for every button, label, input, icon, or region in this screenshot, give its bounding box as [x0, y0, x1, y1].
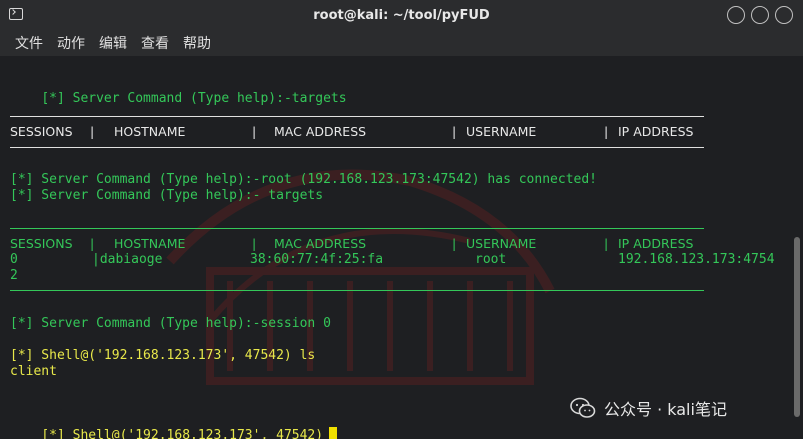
header-separator: |	[452, 236, 457, 251]
table-rule	[10, 228, 704, 229]
window-controls	[727, 6, 793, 24]
header-separator: |	[90, 124, 95, 139]
header-separator: |	[252, 124, 257, 139]
table-rule	[10, 147, 704, 148]
header-separator: |	[604, 236, 609, 251]
cell-ip: 192.168.123.173:4754	[618, 252, 775, 267]
menu-bar: 文件 动作 编辑 查看 帮助	[0, 30, 803, 56]
header-separator: |	[90, 236, 95, 251]
terminal-area[interactable]: [*] Server Command (Type help):-targets …	[0, 56, 803, 439]
watermark-text: 公众号 · kali笔记	[604, 400, 727, 419]
shell-output: client	[10, 364, 57, 379]
command-line: [*] Server Command (Type help):-session …	[10, 316, 331, 331]
scrollbar[interactable]	[794, 237, 800, 417]
shell-command-line: [*] Shell@('192.168.123.173', 47542) ls	[10, 348, 316, 363]
header-hostname: HOSTNAME	[114, 124, 186, 139]
command-text: [*] Server Command (Type help):-targets	[41, 91, 347, 106]
menu-action[interactable]: 动作	[57, 33, 85, 53]
header-mac: MAC ADDRESS	[274, 124, 367, 139]
cell-ip-wrap: 2	[10, 268, 18, 283]
close-button[interactable]	[775, 6, 793, 24]
wechat-icon	[570, 397, 596, 418]
table-rule	[10, 290, 704, 291]
header-username: USERNAME	[466, 236, 537, 251]
maximize-button[interactable]	[751, 6, 769, 24]
menu-file[interactable]: 文件	[15, 33, 43, 53]
window-title: root@kali: ~/tool/pyFUD	[313, 7, 490, 23]
header-ip: IP ADDRESS	[618, 236, 694, 251]
header-ip: IP ADDRESS	[618, 124, 694, 139]
header-separator: |	[452, 124, 457, 139]
shell-prompt-line[interactable]: [*] Shell@('192.168.123.173', 47542)	[10, 411, 338, 439]
header-separator: |	[604, 124, 609, 139]
header-sessions: SESSIONS	[10, 236, 73, 251]
title-bar: root@kali: ~/tool/pyFUD	[0, 0, 803, 30]
menu-help[interactable]: 帮助	[183, 33, 211, 53]
connected-line: [*] Server Command (Type help):-root (19…	[10, 172, 597, 187]
cell-session: 0	[10, 252, 18, 267]
header-sessions: SESSIONS	[10, 124, 73, 139]
header-hostname: HOSTNAME	[114, 236, 186, 251]
command-line: [*] Server Command (Type help):- targets	[10, 188, 324, 203]
terminal-icon[interactable]	[9, 8, 23, 20]
cell-hostname: |dabiaoge	[92, 252, 163, 267]
shell-prompt: [*] Shell@('192.168.123.173', 47542)	[41, 428, 324, 439]
header-username: USERNAME	[466, 124, 537, 139]
wechat-watermark: 公众号 · kali笔记	[570, 396, 727, 420]
header-mac: MAC ADDRESS	[274, 236, 367, 251]
menu-view[interactable]: 查看	[141, 33, 169, 53]
cell-mac: 38:60:77:4f:25:fa	[250, 252, 384, 267]
cell-username: root	[475, 252, 507, 267]
minimize-button[interactable]	[727, 6, 745, 24]
header-separator: |	[252, 236, 257, 251]
menu-edit[interactable]: 编辑	[99, 33, 127, 53]
text-cursor	[329, 427, 338, 439]
table-rule	[10, 116, 704, 117]
